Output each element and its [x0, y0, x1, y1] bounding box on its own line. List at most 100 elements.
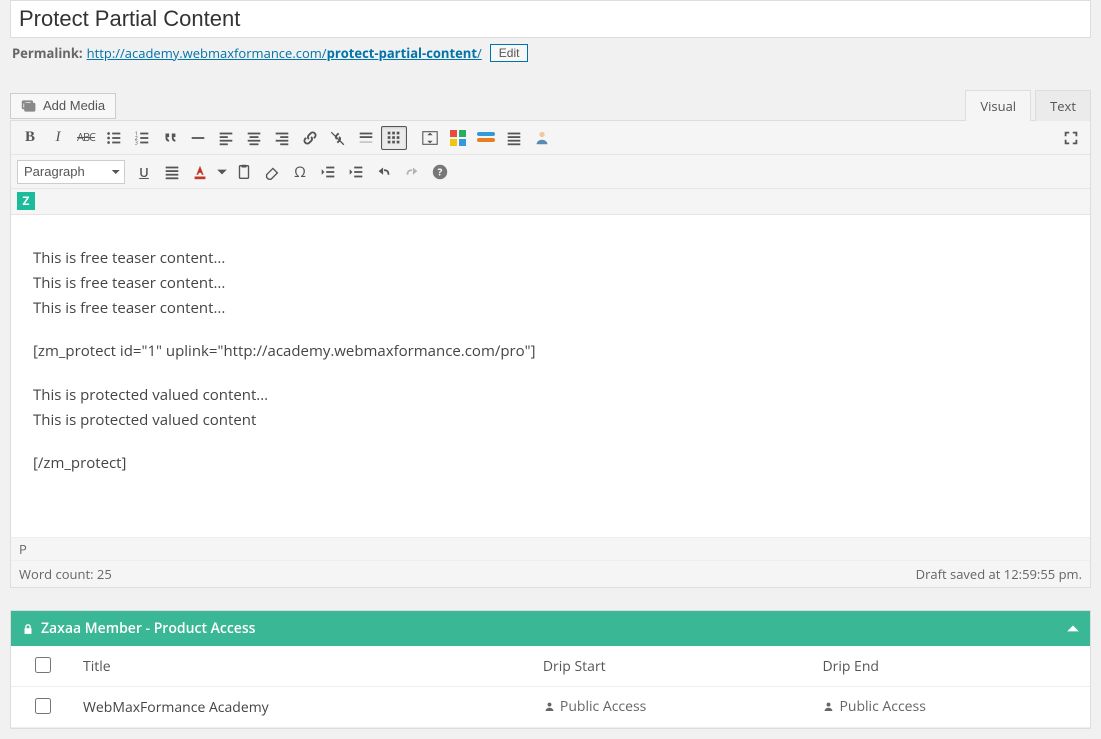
clipboard-icon [235, 163, 253, 181]
align-left-icon [217, 129, 235, 147]
undo-button[interactable] [371, 160, 397, 184]
indent-button[interactable] [343, 160, 369, 184]
quote-icon [161, 129, 179, 147]
fullscreen-icon [1062, 129, 1080, 147]
underline-icon: U [139, 163, 149, 181]
underline-button[interactable]: U [131, 160, 157, 184]
person-icon [543, 700, 556, 713]
align-right-button[interactable] [269, 126, 295, 150]
row-checkbox[interactable] [35, 698, 51, 714]
svg-text:?: ? [438, 164, 443, 178]
element-path: P [11, 537, 1090, 560]
undo-icon [375, 163, 393, 181]
text-color-dropdown[interactable] [215, 160, 229, 184]
unlink-icon [329, 129, 347, 147]
align-center-icon [245, 129, 263, 147]
link-button[interactable] [297, 126, 323, 150]
outdent-icon [319, 163, 337, 181]
kitchen-sink-icon [385, 129, 403, 147]
text-color-button[interactable] [187, 160, 213, 184]
media-icon [21, 98, 37, 114]
hr-button[interactable] [185, 126, 211, 150]
bold-icon: B [25, 129, 35, 146]
toolbar-toggle-button[interactable] [381, 126, 407, 150]
special-char-button[interactable]: Ω [287, 160, 313, 184]
content-line: This is protected valued content... [33, 384, 1068, 407]
columns-grid-button[interactable] [445, 126, 471, 150]
align-center-button[interactable] [241, 126, 267, 150]
content-line: [/zm_protect] [33, 452, 1068, 475]
align-left-button[interactable] [213, 126, 239, 150]
edit-slug-button[interactable]: Edit [490, 44, 529, 62]
justify-icon [505, 129, 523, 147]
italic-button[interactable]: I [45, 126, 71, 150]
fullscreen-button[interactable] [1058, 126, 1084, 150]
ul-icon [105, 129, 123, 147]
svg-text:3: 3 [135, 138, 138, 146]
align-justify-icon [163, 163, 181, 181]
row-drip-start: Public Access [543, 697, 646, 716]
justify-button[interactable] [501, 126, 527, 150]
tab-text[interactable]: Text [1035, 90, 1091, 121]
help-button[interactable]: ? [427, 160, 453, 184]
color-stack-button[interactable] [473, 126, 499, 150]
add-media-button[interactable]: Add Media [10, 93, 116, 119]
content-editor[interactable]: This is free teaser content... This is f… [11, 215, 1090, 538]
unlink-button[interactable] [325, 126, 351, 150]
ol-icon: 123 [133, 129, 151, 147]
grid-icon [449, 129, 467, 147]
bold-button[interactable]: B [17, 126, 43, 150]
permalink-row: Permalink: http://academy.webmaxformance… [12, 44, 1089, 62]
lock-icon [21, 622, 35, 636]
hr-icon [189, 129, 207, 147]
move-updown-button[interactable] [417, 126, 443, 150]
strike-button[interactable]: ABC [73, 126, 99, 150]
save-status: Draft saved at 12:59:55 pm. [916, 565, 1082, 583]
quote-button[interactable] [157, 126, 183, 150]
user-icon [533, 129, 551, 147]
align-right-icon [273, 129, 291, 147]
ol-button[interactable]: 123 [129, 126, 155, 150]
outdent-button[interactable] [315, 160, 341, 184]
select-all-checkbox[interactable] [35, 657, 51, 673]
format-select[interactable]: Paragraph [17, 160, 125, 184]
text-color-icon [191, 163, 209, 181]
content-line: This is free teaser content... [33, 297, 1068, 320]
row-drip-end: Public Access [822, 697, 925, 716]
person-icon [822, 700, 835, 713]
zaxaa-shortcode-button[interactable]: Z [17, 192, 35, 210]
col-drip-end: Drip End [810, 646, 1090, 687]
post-title-input[interactable] [10, 0, 1091, 38]
word-count: Word count: 25 [19, 565, 112, 583]
content-line: This is protected valued content [33, 409, 1068, 432]
col-drip-start: Drip Start [531, 646, 811, 687]
redo-icon [403, 163, 421, 181]
omega-icon: Ω [294, 162, 306, 182]
tab-visual[interactable]: Visual [965, 90, 1031, 121]
redo-button[interactable] [399, 160, 425, 184]
content-line: [zm_protect id="1" uplink="http://academ… [33, 340, 1068, 363]
italic-icon: I [56, 129, 61, 146]
ul-button[interactable] [101, 126, 127, 150]
more-icon [357, 129, 375, 147]
chevron-down-icon [216, 163, 228, 181]
content-line: This is free teaser content... [33, 272, 1068, 295]
more-button[interactable] [353, 126, 379, 150]
help-icon: ? [431, 163, 449, 181]
collapse-icon[interactable] [1066, 622, 1080, 636]
eraser-icon [263, 163, 281, 181]
col-title: Title [71, 646, 531, 687]
table-row: WebMaxFormance Academy Public Access Pub… [11, 687, 1090, 728]
row-title: WebMaxFormance Academy [71, 687, 531, 728]
content-line: This is free teaser content... [33, 247, 1068, 270]
clear-format-button[interactable] [259, 160, 285, 184]
permalink-link[interactable]: http://academy.webmaxformance.com/protec… [87, 44, 482, 62]
updown-icon [421, 129, 439, 147]
indent-icon [347, 163, 365, 181]
paste-text-button[interactable] [231, 160, 257, 184]
panel-header[interactable]: Zaxaa Member - Product Access [11, 611, 1090, 646]
stack-icon [477, 132, 495, 144]
align-justify-button[interactable] [159, 160, 185, 184]
permalink-label: Permalink: [12, 44, 83, 62]
user-button[interactable] [529, 126, 555, 150]
